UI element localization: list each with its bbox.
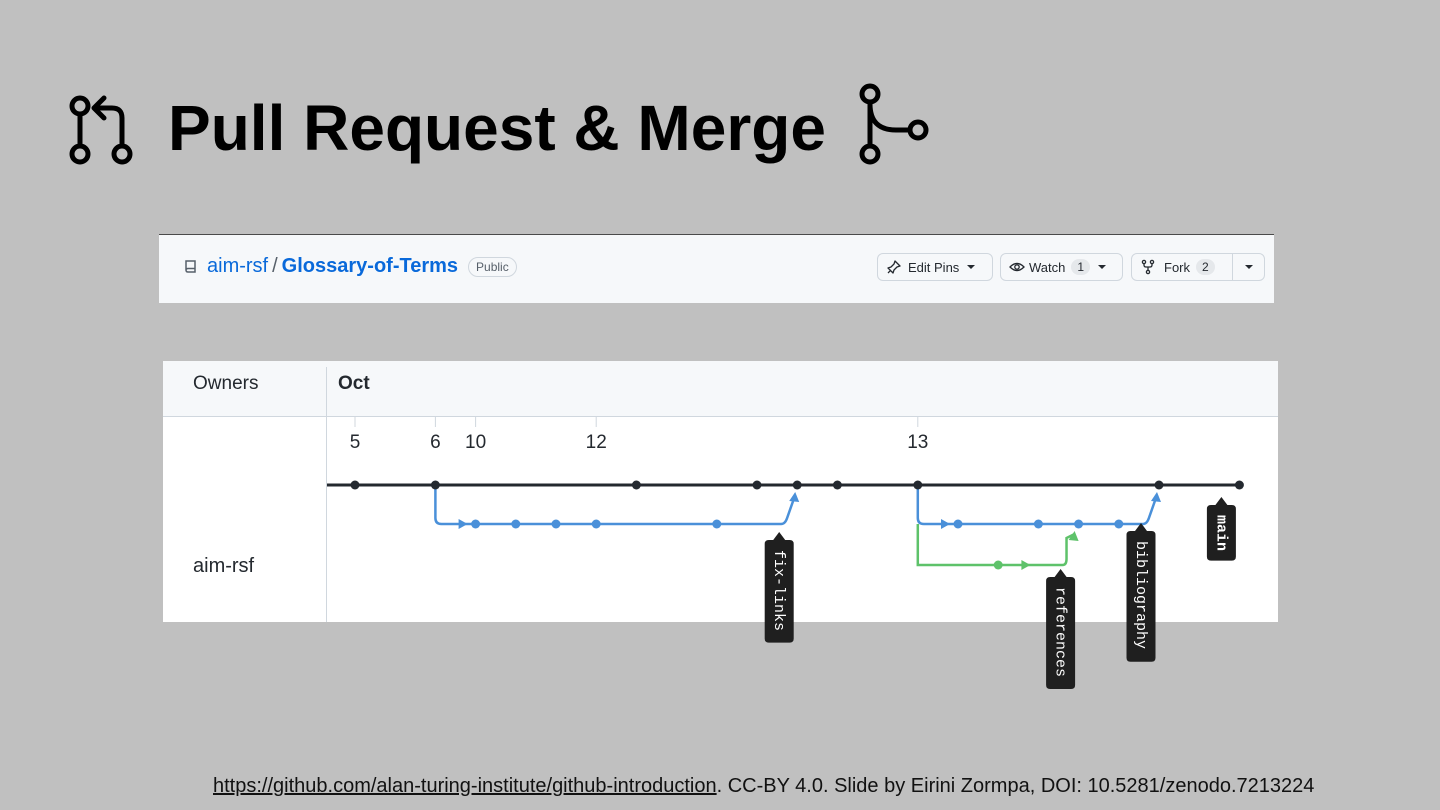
commit-dot: [1033, 519, 1043, 529]
commit-dot: [752, 480, 762, 490]
branch-tag-text: bibliography: [1132, 541, 1149, 649]
commit-dot: [471, 519, 481, 529]
references-branch-line: [916, 524, 1076, 567]
eye-icon: [1009, 262, 1025, 272]
branch-tag-text: main: [1212, 515, 1229, 551]
commit-dot: [993, 560, 1003, 570]
date-label: 13: [907, 432, 928, 453]
branch-label-bibliography[interactable]: bibliography: [1126, 523, 1156, 662]
fix-links-branch-line: [434, 485, 797, 526]
slide-title: Pull Request & Merge: [168, 92, 826, 164]
commit-dot: [712, 519, 722, 529]
repo-name-link[interactable]: Glossary-of-Terms: [282, 255, 458, 278]
repo-header: aim-rsf / Glossary-of-Terms Public Edit …: [159, 234, 1274, 303]
date-label: 10: [465, 432, 486, 453]
branch-label-main[interactable]: main: [1206, 497, 1236, 561]
fork-icon: [1141, 259, 1155, 275]
commit-dot: [591, 519, 601, 529]
fork-count: 2: [1196, 259, 1215, 275]
chevron-down-icon: [1098, 265, 1107, 269]
commit-dot: [1114, 519, 1124, 529]
commit-dot: [1074, 519, 1084, 529]
merge-icon: [859, 83, 929, 165]
commit-dot: [832, 480, 842, 490]
watch-button[interactable]: Watch 1: [1000, 253, 1123, 281]
watch-count: 1: [1071, 259, 1091, 275]
footer-link[interactable]: https://github.com/alan-turing-institute…: [213, 775, 717, 797]
commit-dot: [511, 519, 521, 529]
fork-label: Fork: [1164, 259, 1190, 275]
commit-dot: [1154, 480, 1164, 490]
chevron-down-icon: [967, 265, 976, 269]
branch-tag-text: fix-links: [770, 550, 787, 631]
repo-icon: [185, 259, 196, 273]
chevron-down-icon: [1244, 265, 1253, 269]
repo-breadcrumb: aim-rsf / Glossary-of-Terms Public: [183, 255, 517, 278]
arrow-icon: [1021, 560, 1031, 570]
fork-dropdown-button[interactable]: [1232, 253, 1265, 281]
footer-text: . CC-BY 4.0. Slide by Eirini Zormpa, DOI…: [716, 775, 1315, 797]
network-graph-panel: Owners Oct aim-rsf 5 6 10 12 13 fix-links refe…: [163, 361, 1278, 689]
repo-owner-link[interactable]: aim-rsf: [207, 255, 268, 278]
arrow-icon: [941, 519, 950, 529]
date-label: 12: [586, 432, 607, 453]
watch-label: Watch: [1029, 259, 1066, 275]
commit-dot: [551, 519, 561, 529]
branch-label-references[interactable]: references: [1046, 569, 1076, 689]
arrow-icon: [789, 492, 800, 502]
commit-dot: [350, 480, 360, 490]
date-label: 6: [430, 432, 441, 453]
commit-dot: [1234, 480, 1244, 490]
commit-dot: [913, 480, 923, 490]
arrow-icon: [1151, 492, 1161, 502]
visibility-badge: Public: [468, 256, 517, 277]
pin-icon: [887, 260, 901, 274]
fork-button[interactable]: Fork 2: [1131, 253, 1233, 281]
arrow-icon: [458, 519, 468, 529]
commit-dot: [631, 480, 641, 490]
commit-dot: [953, 519, 963, 529]
date-label: 5: [350, 432, 361, 453]
branch-tag-text: references: [1052, 587, 1069, 677]
bibliography-branch-line: [916, 485, 1159, 526]
edit-pins-label: Edit Pins: [908, 259, 960, 275]
commit-dot: [430, 480, 440, 490]
network-graph[interactable]: 5 6 10 12 13 fix-links references bibliography m…: [163, 361, 1278, 706]
repo-separator: /: [272, 255, 278, 277]
edit-pins-button[interactable]: Edit Pins: [877, 253, 993, 281]
pull-request-icon: [69, 95, 133, 165]
commit-dot: [792, 480, 802, 490]
branch-label-fix-links[interactable]: fix-links: [764, 532, 794, 643]
slide-footer: https://github.com/alan-turing-institute…: [213, 775, 1314, 798]
